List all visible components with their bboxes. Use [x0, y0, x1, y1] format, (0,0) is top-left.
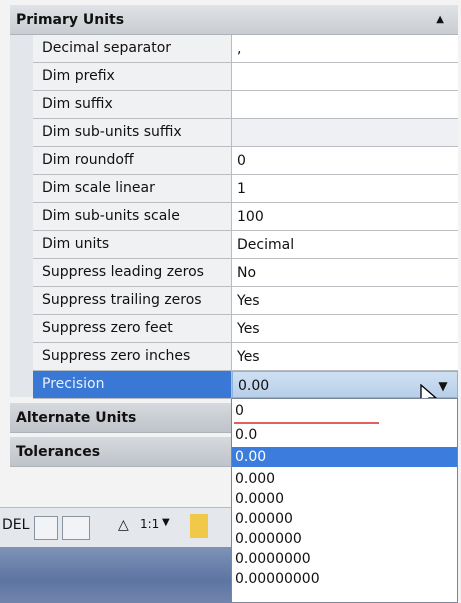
precision-option[interactable]: 0.0000000 [232, 549, 457, 569]
row-precision[interactable]: Precision 0.00 ▼ [33, 371, 458, 408]
prop-value[interactable] [232, 91, 458, 118]
status-bar: DEL △ 1:1 ▼ [0, 507, 232, 547]
row-suppress-zero-feet[interactable]: Suppress zero feet Yes [33, 315, 458, 343]
desktop-background [0, 547, 232, 603]
annotation-scale-icon[interactable]: △ [118, 517, 129, 533]
row-dim-prefix[interactable]: Dim prefix [33, 63, 458, 91]
collapse-up-icon[interactable]: ▲ [436, 5, 444, 35]
prop-name: Dim sub-units suffix [33, 119, 232, 146]
row-decimal-separator[interactable]: Decimal separator , [33, 35, 458, 63]
precision-option[interactable]: 0.00000000 [232, 569, 457, 589]
precision-option-selected[interactable]: 0.00 [232, 447, 457, 467]
primary-units-header[interactable]: Primary Units ▲ [10, 5, 458, 35]
prop-value[interactable]: 100 [232, 203, 458, 230]
precision-select[interactable]: 0.00 ▼ [232, 371, 458, 408]
prop-name: Dim suffix [33, 91, 232, 118]
prop-value[interactable]: Yes [232, 315, 458, 342]
precision-option[interactable]: 0 [232, 401, 457, 421]
precision-option[interactable]: 0.0000 [232, 489, 457, 509]
scale-dropdown-icon[interactable]: ▼ [162, 517, 170, 528]
precision-dropdown-list[interactable]: 0 0.0 0.00 0.000 0.0000 0.00000 0.000000… [231, 398, 458, 603]
prop-value[interactable] [232, 63, 458, 90]
prop-name: Precision [33, 371, 232, 398]
primary-units-title: Primary Units [16, 12, 125, 28]
prop-value[interactable]: Yes [232, 343, 458, 370]
precision-option[interactable]: 0.00000 [232, 509, 457, 529]
prop-name: Suppress zero feet [33, 315, 232, 342]
row-dim-suffix[interactable]: Dim suffix [33, 91, 458, 119]
row-dim-roundoff[interactable]: Dim roundoff 0 [33, 147, 458, 175]
precision-option[interactable]: 0.0 [232, 425, 457, 445]
tolerances-header[interactable]: Tolerances [10, 437, 232, 467]
prop-name: Dim roundoff [33, 147, 232, 174]
row-dim-sub-units-scale[interactable]: Dim sub-units scale 100 [33, 203, 458, 231]
row-dim-scale-linear[interactable]: Dim scale linear 1 [33, 175, 458, 203]
prop-name: Dim units [33, 231, 232, 258]
precision-value: 0.00 [238, 378, 270, 394]
prop-name: Dim sub-units scale [33, 203, 232, 230]
red-underline [234, 422, 379, 424]
row-dim-sub-units-suffix[interactable]: Dim sub-units suffix [33, 119, 458, 147]
prop-value[interactable]: Yes [232, 287, 458, 314]
prop-name: Suppress leading zeros [33, 259, 232, 286]
annotation-scale[interactable]: 1:1 [140, 517, 159, 531]
annotation-visibility-icon[interactable] [190, 514, 208, 538]
precision-option[interactable]: 0.000 [232, 469, 457, 489]
prop-name: Dim prefix [33, 63, 232, 90]
layout-grid-icon[interactable] [62, 516, 90, 540]
prop-value[interactable]: 1 [232, 175, 458, 202]
prop-name: Decimal separator [33, 35, 232, 62]
prop-name: Suppress trailing zeros [33, 287, 232, 314]
prop-value[interactable]: Decimal [232, 231, 458, 258]
alternate-units-header[interactable]: Alternate Units [10, 403, 232, 433]
tolerances-title: Tolerances [16, 444, 101, 460]
prop-value[interactable] [232, 119, 458, 146]
row-suppress-zero-inches[interactable]: Suppress zero inches Yes [33, 343, 458, 371]
prop-value[interactable]: 0 [232, 147, 458, 174]
prop-name: Suppress zero inches [33, 343, 232, 370]
prop-value[interactable]: No [232, 259, 458, 286]
layout-icon[interactable] [34, 516, 58, 540]
category-gutter [10, 35, 33, 397]
row-suppress-trailing-zeros[interactable]: Suppress trailing zeros Yes [33, 287, 458, 315]
precision-option[interactable]: 0.000000 [232, 529, 457, 549]
model-tab-label[interactable]: DEL [2, 517, 29, 533]
alternate-units-title: Alternate Units [16, 410, 137, 426]
row-suppress-leading-zeros[interactable]: Suppress leading zeros No [33, 259, 458, 287]
prop-name: Dim scale linear [33, 175, 232, 202]
prop-value[interactable]: , [232, 35, 458, 62]
row-dim-units[interactable]: Dim units Decimal [33, 231, 458, 259]
